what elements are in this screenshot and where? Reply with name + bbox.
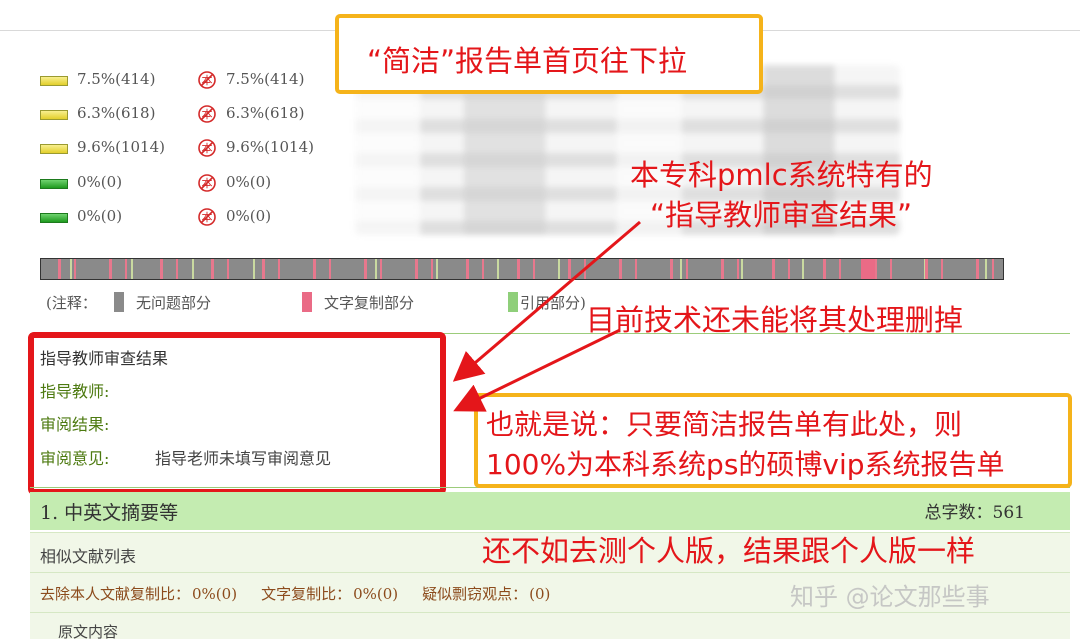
yellow-bar-icon bbox=[40, 144, 68, 154]
stat-value: 0%(0) bbox=[77, 173, 123, 191]
ratio1-label: 去除本人文献复制比： bbox=[40, 585, 191, 603]
callout-title-text: “简洁”报告单首页往下拉 bbox=[367, 44, 688, 78]
explain-line1: 也就是说：只要简洁报告单有此处，则 bbox=[486, 408, 963, 441]
stat-value-excluded: 0%(0) bbox=[226, 207, 272, 225]
explain-callout: 也就是说：只要简洁报告单有此处，则 100%为本科系统ps的硕博vip系统报告单 bbox=[474, 393, 1072, 488]
legend-label: 文字复制部分 bbox=[324, 294, 415, 312]
prohibited-copy-icon: 本 bbox=[198, 105, 216, 123]
original-row bbox=[30, 612, 1070, 639]
legend-gray-swatch bbox=[114, 292, 124, 312]
original-content-link[interactable]: 原文内容 bbox=[58, 621, 118, 639]
prohibited-copy-icon: 本 bbox=[198, 174, 216, 192]
svg-text:本: 本 bbox=[202, 210, 213, 224]
stat-row: 6.3%(618) 本 6.3%(618) bbox=[40, 102, 340, 126]
ratio2-value: 0%(0) bbox=[353, 585, 399, 603]
svg-text:本: 本 bbox=[202, 176, 213, 190]
green-bar-icon bbox=[40, 179, 68, 189]
stat-value-excluded: 7.5%(414) bbox=[226, 70, 305, 88]
svg-text:本: 本 bbox=[202, 107, 213, 121]
legend: (注释： 无问题部分 文字复制部分 引用部分) bbox=[46, 290, 606, 312]
ratio2-label: 文字复制比： bbox=[261, 585, 352, 603]
yellow-bar-icon bbox=[40, 110, 68, 120]
prohibited-copy-icon: 本 bbox=[198, 71, 216, 89]
stat-value-excluded: 6.3%(618) bbox=[226, 104, 305, 122]
stat-value: 0%(0) bbox=[77, 207, 123, 225]
zhihu-watermark: 知乎 @论文那些事 bbox=[790, 583, 990, 611]
legend-pink-swatch bbox=[302, 292, 312, 312]
section-header[interactable]: 1. 中英文摘要等 总字数：561 bbox=[30, 492, 1070, 530]
advisor-highlight-box bbox=[28, 332, 446, 495]
word-count: 总字数：561 bbox=[924, 503, 1025, 523]
annotation-note-line1: 本专科pmlc系统特有的 bbox=[630, 158, 933, 192]
annotation-note3: 还不如去测个人版，结果跟个人版一样 bbox=[482, 534, 976, 568]
section-name: 1. 中英文摘要等 bbox=[40, 502, 179, 524]
explain-line2: 100%为本科系统ps的硕博vip系统报告单 bbox=[486, 448, 1005, 481]
svg-text:本: 本 bbox=[202, 73, 213, 87]
ratio3-label: 疑似剽窃观点： bbox=[422, 585, 528, 603]
ratio-summary: 去除本人文献复制比： 0%(0) 文字复制比： 0%(0) 疑似剽窃观点： (0) bbox=[40, 583, 550, 604]
stat-row: 0%(0) 本 0%(0) bbox=[40, 205, 340, 229]
stat-value-excluded: 9.6%(1014) bbox=[226, 138, 314, 156]
yellow-bar-icon bbox=[40, 76, 68, 86]
similar-docs-link[interactable]: 相似文献列表 bbox=[40, 543, 136, 567]
legend-prefix: (注释： bbox=[46, 294, 97, 312]
ratio1-value: 0%(0) bbox=[192, 585, 238, 603]
prohibited-copy-icon: 本 bbox=[198, 208, 216, 226]
stat-value: 6.3%(618) bbox=[77, 104, 156, 122]
svg-text:本: 本 bbox=[202, 141, 213, 155]
title-callout: “简洁”报告单首页往下拉 bbox=[335, 14, 763, 94]
legend-label: 引用部分) bbox=[520, 294, 586, 312]
stat-row: 9.6%(1014) 本 9.6%(1014) bbox=[40, 136, 340, 160]
ratio3-value: (0) bbox=[529, 585, 551, 603]
annotation-note-line2: “指导教师审查结果” bbox=[650, 198, 913, 232]
similarity-distribution-bar bbox=[40, 258, 1004, 280]
legend-green-swatch bbox=[508, 292, 518, 312]
stat-value-excluded: 0%(0) bbox=[226, 173, 272, 191]
stat-row: 0%(0) 本 0%(0) bbox=[40, 171, 340, 195]
prohibited-copy-icon: 本 bbox=[198, 139, 216, 157]
copied-segment bbox=[861, 259, 875, 279]
green-bar-icon bbox=[40, 213, 68, 223]
stat-value: 9.6%(1014) bbox=[77, 138, 165, 156]
stat-value: 7.5%(414) bbox=[77, 70, 156, 88]
stat-row: 7.5%(414) 本 7.5%(414) bbox=[40, 68, 340, 92]
legend-label: 无问题部分 bbox=[136, 294, 212, 312]
